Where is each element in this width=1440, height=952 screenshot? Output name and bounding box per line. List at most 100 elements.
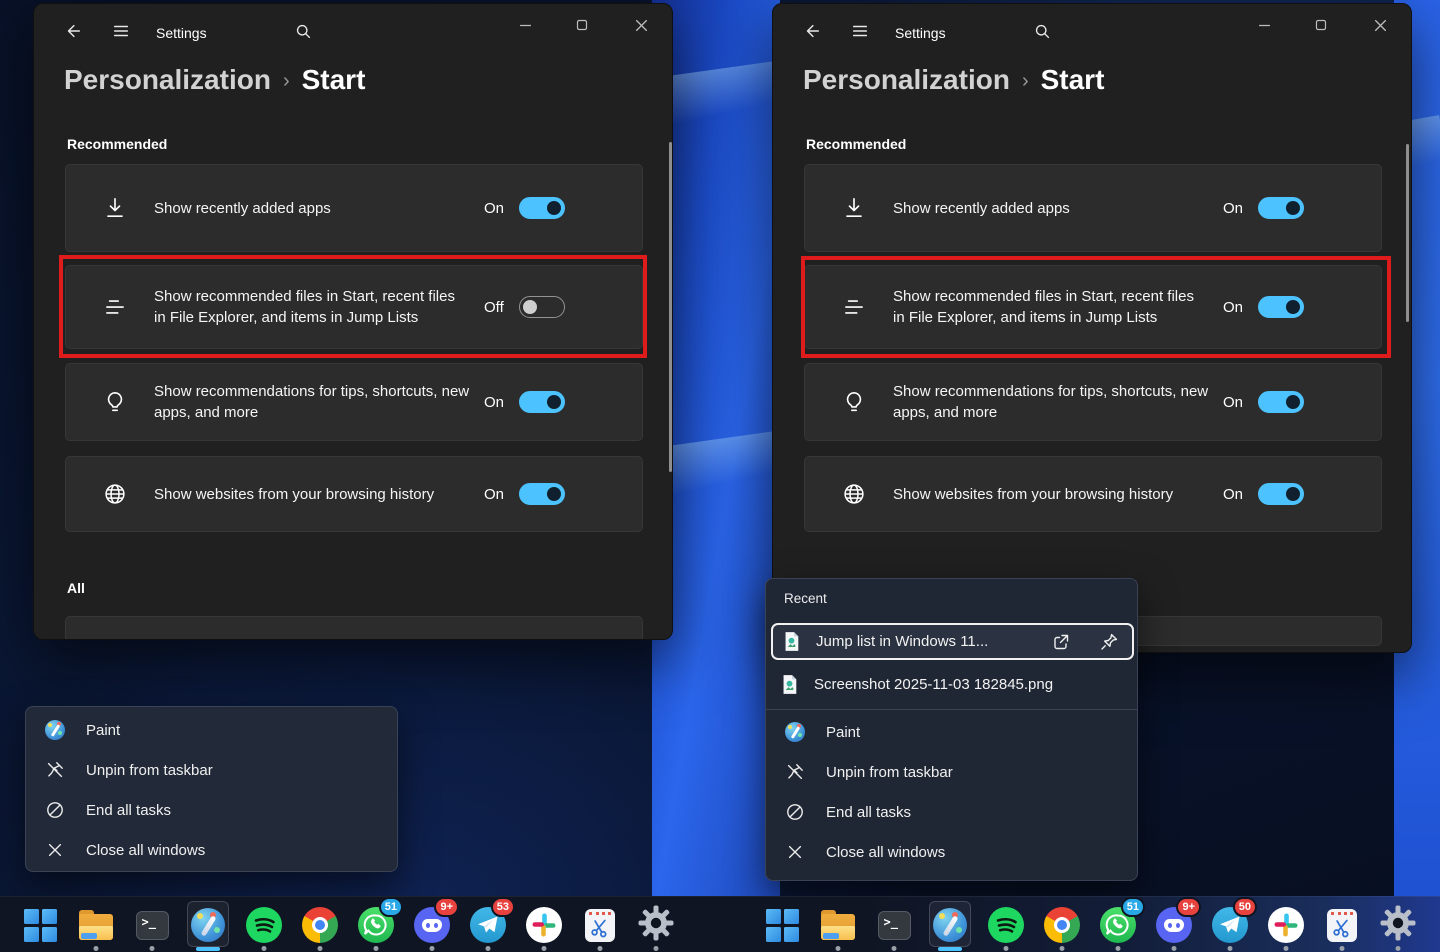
taskbar-icon-spotify[interactable] (978, 897, 1034, 952)
menu-item-label: Close all windows (86, 842, 205, 859)
taskbar-icon-terminal[interactable]: >_ (866, 897, 922, 952)
pin-icon[interactable] (1096, 629, 1122, 655)
running-app-indicator (430, 946, 435, 951)
taskbar-icon-win[interactable] (754, 897, 810, 952)
toggle-knob (1286, 395, 1300, 409)
running-app-indicator (1396, 946, 1401, 951)
taskbar-icon-whatsapp[interactable]: 51 (348, 897, 404, 952)
taskbar-icon-win[interactable] (12, 897, 68, 952)
back-arrow-icon[interactable] (62, 20, 84, 42)
maximize-icon[interactable] (1306, 12, 1336, 38)
taskbar-icon-explorer[interactable] (810, 897, 866, 952)
menu-item-end-tasks[interactable]: End all tasks (26, 790, 397, 830)
taskbar-icon-gear[interactable] (628, 897, 684, 952)
notification-badge: 9+ (1176, 897, 1201, 917)
menu-item-label: End all tasks (86, 802, 171, 819)
menu-item-close-windows[interactable]: Close all windows (766, 832, 1137, 872)
running-app-indicator (94, 946, 99, 951)
setting-row-websites: Show websites from your browsing history… (804, 456, 1382, 532)
close-icon[interactable] (1365, 12, 1395, 38)
taskbar-icon-slack[interactable] (1258, 897, 1314, 952)
taskbar-icon-slack[interactable] (516, 897, 572, 952)
taskbar-icon-gear[interactable] (1370, 897, 1426, 952)
running-app-indicator (374, 946, 379, 951)
lightbulb-icon (841, 389, 867, 415)
close-icon[interactable] (626, 12, 656, 38)
toggle-state-label: On (1223, 486, 1243, 503)
breadcrumb-parent[interactable]: Personalization (64, 64, 271, 96)
taskbar-icon-whatsapp[interactable]: 51 (1090, 897, 1146, 952)
active-app-indicator (196, 947, 220, 951)
search-icon[interactable] (292, 20, 314, 42)
unpin-icon (784, 761, 806, 783)
minimize-icon[interactable] (510, 12, 540, 38)
setting-label: Show websites from your browsing history (893, 484, 1223, 505)
setting-label: Show recently added apps (154, 198, 484, 219)
back-arrow-icon[interactable] (801, 20, 823, 42)
section-recommended: Recommended (67, 136, 167, 152)
taskbar-icon-telegram[interactable]: 53 (460, 897, 516, 952)
menu-item-close-windows[interactable]: Close all windows (26, 830, 397, 870)
recent-item[interactable]: Screenshot 2025-11-03 182845.png (771, 667, 1134, 701)
app-title: Settings (895, 25, 946, 41)
taskbar-icon-explorer[interactable] (68, 897, 124, 952)
menu-item-unpin[interactable]: Unpin from taskbar (766, 752, 1137, 792)
taskbar-icon-telegram[interactable]: 50 (1202, 897, 1258, 952)
block-icon (44, 799, 66, 821)
setting-label: Show recently added apps (893, 198, 1223, 219)
close-icon (784, 841, 806, 863)
recent-item-label: Jump list in Windows 11... (816, 633, 1048, 650)
settings-window-right: Settings Personalization › Start Recomme… (772, 3, 1412, 653)
toggle-switch[interactable] (519, 197, 565, 219)
toggle-switch[interactable] (1258, 197, 1304, 219)
running-app-indicator (262, 946, 267, 951)
taskbar-icon-chrome[interactable] (1034, 897, 1090, 952)
running-app-indicator (318, 946, 323, 951)
running-app-indicator (486, 946, 491, 951)
menu-item-end-tasks[interactable]: End all tasks (766, 792, 1137, 832)
recent-item-selected[interactable]: Jump list in Windows 11... (771, 623, 1134, 660)
minimize-icon[interactable] (1249, 12, 1279, 38)
jump-list-flyout: Recent Jump list in Windows 11... Screen… (765, 578, 1138, 881)
setting-row-recently-added: Show recently added apps On (804, 164, 1382, 252)
menu-item-paint[interactable]: Paint (26, 710, 397, 750)
taskbar-icon-chrome[interactable] (292, 897, 348, 952)
taskbar-icon-discord[interactable]: 9+ (404, 897, 460, 952)
toggle-switch[interactable] (1258, 483, 1304, 505)
menu-item-paint[interactable]: Paint (766, 712, 1137, 752)
chevron-right-icon: › (1022, 70, 1029, 93)
maximize-icon[interactable] (567, 12, 597, 38)
setting-label: Show recommendations for tips, shortcuts… (893, 381, 1223, 423)
search-icon[interactable] (1031, 20, 1053, 42)
toggle-state-label: On (1223, 394, 1243, 411)
hamburger-menu-icon[interactable] (849, 20, 871, 42)
hamburger-menu-icon[interactable] (110, 20, 132, 42)
titlebar: Settings (773, 4, 1411, 54)
menu-item-unpin[interactable]: Unpin from taskbar (26, 750, 397, 790)
setting-row-tips: Show recommendations for tips, shortcuts… (804, 363, 1382, 441)
toggle-switch[interactable] (519, 483, 565, 505)
toggle-switch[interactable] (519, 391, 565, 413)
taskbar-icon-snip[interactable] (572, 897, 628, 952)
breadcrumb-parent[interactable]: Personalization (803, 64, 1010, 96)
taskbar-icon-terminal[interactable]: >_ (124, 897, 180, 952)
taskbar-icon-snip[interactable] (1314, 897, 1370, 952)
running-app-indicator (1116, 946, 1121, 951)
share-icon[interactable] (1048, 629, 1074, 655)
setting-label: Show recommendations for tips, shortcuts… (154, 381, 484, 423)
taskbar-icon-paint[interactable] (922, 897, 978, 952)
taskbar-icon-spotify[interactable] (236, 897, 292, 952)
image-file-icon (783, 631, 800, 652)
menu-item-label: Unpin from taskbar (86, 762, 213, 779)
scrollbar[interactable] (669, 142, 672, 472)
toggle-switch[interactable] (1258, 391, 1304, 413)
taskbar-icon-discord[interactable]: 9+ (1146, 897, 1202, 952)
taskbar-icon-paint[interactable] (180, 897, 236, 952)
globe-icon (841, 481, 867, 507)
notification-badge: 9+ (434, 897, 459, 917)
highlight-box (59, 255, 647, 358)
menu-item-label: Paint (826, 724, 860, 741)
toggle-knob (1286, 201, 1300, 215)
download-icon (841, 195, 867, 221)
scrollbar[interactable] (1406, 144, 1409, 322)
